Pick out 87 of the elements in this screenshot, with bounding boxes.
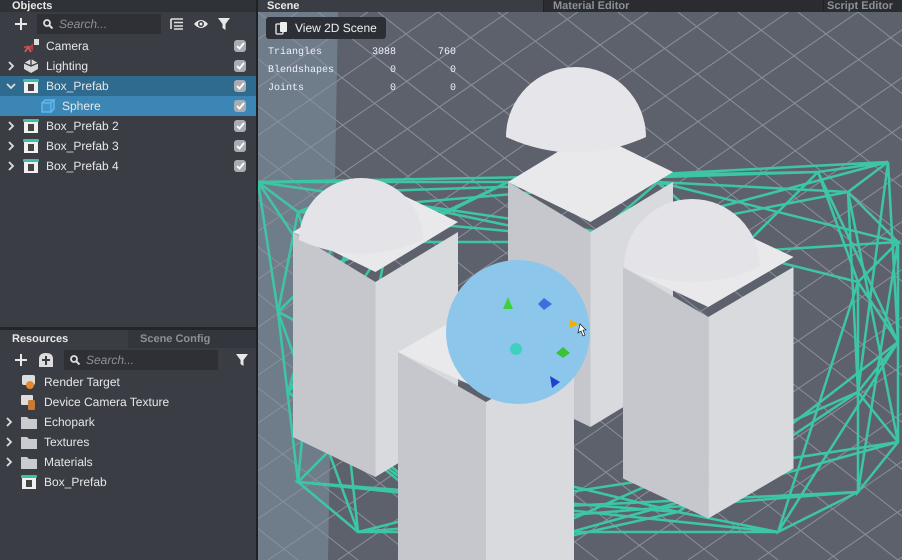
tree-item[interactable]: Box_Prefab 3 bbox=[0, 136, 256, 156]
checkbox[interactable] bbox=[234, 140, 246, 152]
stat-label: Blendshapes bbox=[268, 65, 336, 77]
checkmark-icon bbox=[236, 162, 244, 170]
tree-item[interactable]: Box_Prefab 4 bbox=[0, 156, 256, 176]
chevron-right-icon[interactable] bbox=[7, 121, 15, 131]
prefab-icon bbox=[22, 118, 40, 134]
stat-value: 0 bbox=[448, 65, 456, 77]
tab[interactable]: Material Editor bbox=[543, 0, 823, 12]
item-label: Materials bbox=[43, 455, 94, 469]
item-label: Box_Prefab bbox=[45, 79, 110, 93]
stat-value: 0 bbox=[448, 83, 456, 95]
tab[interactable]: Scene Config bbox=[128, 330, 256, 348]
item-label: Echopark bbox=[43, 415, 96, 429]
chevron-right-icon[interactable] bbox=[5, 437, 13, 447]
item-label: Box_Prefab 3 bbox=[45, 139, 120, 153]
prefab-icon bbox=[20, 474, 38, 490]
stat-label: Triangles bbox=[268, 47, 324, 59]
prefab-icon bbox=[22, 78, 40, 94]
chevron-right-icon[interactable] bbox=[7, 61, 15, 71]
item-label: Sphere bbox=[61, 99, 102, 113]
add-icon[interactable] bbox=[14, 353, 28, 367]
folder-icon bbox=[20, 454, 38, 470]
stat-value: 3088 bbox=[370, 47, 396, 59]
item-label: Textures bbox=[43, 435, 90, 449]
chevron-right-icon[interactable] bbox=[5, 457, 13, 467]
tree-item[interactable]: Box_Prefab 2 bbox=[0, 116, 256, 136]
stat-value: 0 bbox=[388, 83, 396, 95]
panel-title: Objects bbox=[0, 0, 256, 12]
checkmark-icon bbox=[236, 62, 244, 70]
render-target-icon bbox=[20, 374, 38, 390]
checkbox[interactable] bbox=[234, 120, 246, 132]
filter-icon[interactable] bbox=[218, 18, 230, 30]
add-icon[interactable] bbox=[14, 17, 28, 31]
view-2d-button[interactable]: View 2D Scene bbox=[266, 17, 386, 39]
checkmark-icon bbox=[236, 82, 244, 90]
prefab-icon bbox=[22, 158, 40, 174]
item-label: Device Camera Texture bbox=[43, 395, 170, 409]
resource-item[interactable]: Render Target bbox=[0, 372, 256, 392]
checkmark-icon bbox=[236, 142, 244, 150]
chevron-right-icon[interactable] bbox=[7, 161, 15, 171]
add-resource-icon[interactable] bbox=[37, 351, 55, 369]
filter-icon[interactable] bbox=[236, 354, 248, 366]
cube-icon bbox=[40, 98, 56, 114]
search-icon bbox=[43, 19, 53, 29]
resource-item[interactable]: Echopark bbox=[0, 412, 256, 432]
hierarchy-list-icon[interactable] bbox=[170, 18, 184, 30]
checkbox[interactable] bbox=[234, 160, 246, 172]
chevron-right-icon[interactable] bbox=[5, 417, 13, 427]
checkbox[interactable] bbox=[234, 80, 246, 92]
resource-item[interactable]: Materials bbox=[0, 452, 256, 472]
eye-icon[interactable] bbox=[193, 18, 209, 30]
chevron-right-icon[interactable] bbox=[7, 141, 15, 151]
item-label: Box_Prefab bbox=[43, 475, 108, 489]
search-field[interactable]: Search... bbox=[64, 350, 218, 370]
checkbox[interactable] bbox=[234, 100, 246, 112]
tree-item[interactable]: Lighting bbox=[0, 56, 256, 76]
tab[interactable]: Scene bbox=[258, 0, 543, 12]
checkbox[interactable] bbox=[234, 60, 246, 72]
item-label: Box_Prefab 4 bbox=[45, 159, 120, 173]
tree-item[interactable]: Camera bbox=[0, 36, 256, 56]
resource-item[interactable]: Device Camera Texture bbox=[0, 392, 256, 412]
resource-item[interactable]: Box_Prefab bbox=[0, 472, 256, 492]
search-icon bbox=[70, 355, 80, 365]
tab[interactable]: Script Editor bbox=[823, 0, 902, 12]
stat-label: Joints bbox=[268, 83, 306, 95]
checkbox[interactable] bbox=[234, 40, 246, 52]
search-field[interactable]: Search... bbox=[37, 14, 161, 34]
resource-item[interactable]: Textures bbox=[0, 432, 256, 452]
checkmark-icon bbox=[236, 122, 244, 130]
cards-icon bbox=[275, 21, 289, 35]
checkmark-icon bbox=[236, 42, 244, 50]
chevron-down-icon[interactable] bbox=[6, 82, 16, 90]
tab[interactable]: Resources bbox=[0, 330, 128, 348]
tree-item[interactable]: Box_Prefab bbox=[0, 76, 256, 96]
stat-value: 760 bbox=[436, 47, 456, 59]
folder-icon bbox=[20, 434, 38, 450]
prefab-icon bbox=[22, 138, 40, 154]
item-label: Camera bbox=[45, 39, 90, 53]
stat-value: 0 bbox=[388, 65, 396, 77]
item-label: Render Target bbox=[43, 375, 121, 389]
folder-icon bbox=[20, 414, 38, 430]
item-label: Box_Prefab 2 bbox=[45, 119, 120, 133]
light-cube-icon bbox=[22, 58, 40, 74]
checkmark-icon bbox=[236, 102, 244, 110]
device-camera-icon bbox=[20, 394, 38, 410]
item-label: Lighting bbox=[45, 59, 90, 73]
